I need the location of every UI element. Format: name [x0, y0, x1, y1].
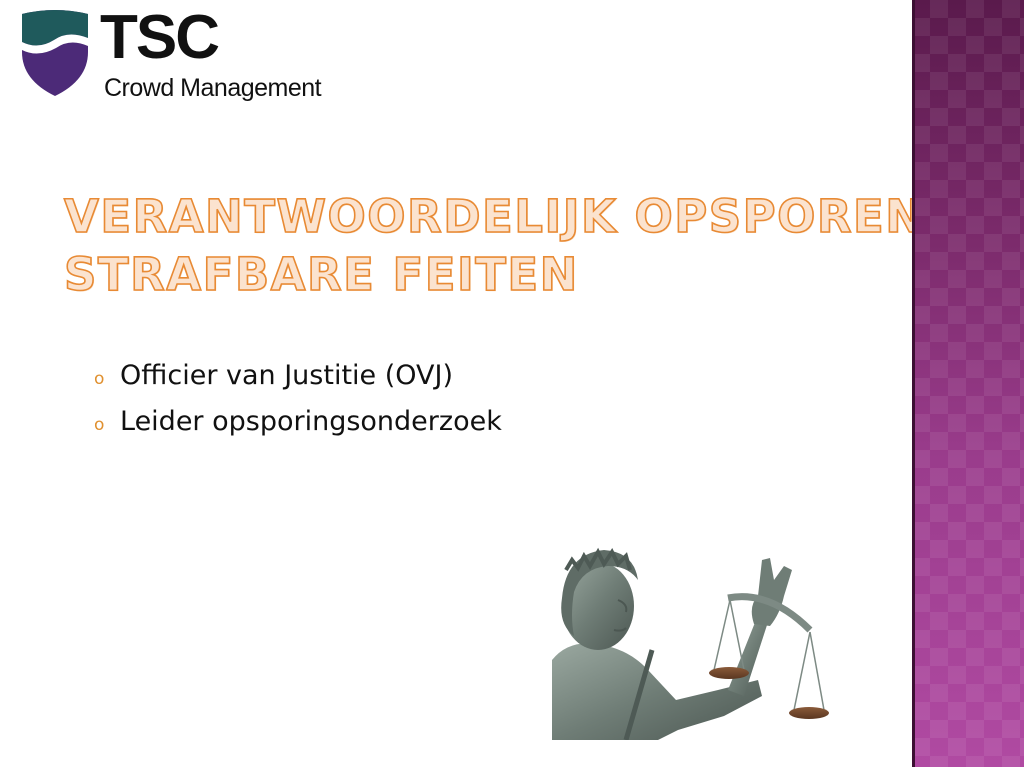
- title-line-1: Verantwoordelijk opsporen: [63, 189, 925, 244]
- shield-logo-icon: [22, 10, 88, 96]
- band-edge: [912, 0, 915, 767]
- diamond-pattern: [912, 0, 1024, 767]
- lady-justice-statue-image: [552, 547, 829, 740]
- bullet-text: Leider opsporingsonderzoek: [120, 406, 502, 437]
- logo-subtitle: Crowd Management: [104, 74, 322, 102]
- bullet-marker: o: [94, 369, 105, 389]
- bullet-item: o Officier van Justitie (OVJ): [94, 360, 502, 406]
- logo-wordmark: TSC: [100, 3, 220, 72]
- title-line-2: strafbare feiten: [63, 247, 579, 302]
- bullet-item: o Leider opsporingsonderzoek: [94, 406, 502, 452]
- slide-title: Verantwoordelijk opsporen strafbare feit…: [63, 188, 925, 304]
- bullet-list: o Officier van Justitie (OVJ) o Leider o…: [94, 360, 502, 452]
- slide: TSC Crowd Management Verantwoordelijk op…: [0, 0, 1024, 767]
- bullet-text: Officier van Justitie (OVJ): [120, 360, 454, 391]
- tsc-logo: TSC Crowd Management: [18, 3, 358, 108]
- bullet-marker: o: [94, 415, 105, 435]
- decorative-side-band: [912, 0, 1024, 767]
